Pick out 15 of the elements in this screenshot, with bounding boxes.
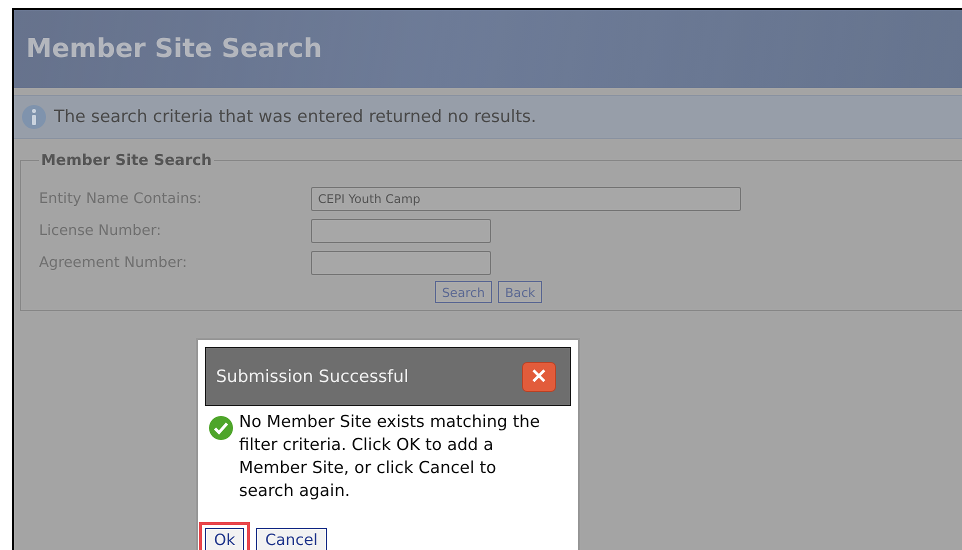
page-title: Member Site Search bbox=[26, 34, 322, 64]
dialog-title: Submission Successful bbox=[216, 366, 409, 386]
form-button[interactable]: Search bbox=[435, 281, 492, 303]
info-message: The search criteria that was entered returned no results. bbox=[54, 107, 536, 127]
input-field[interactable] bbox=[311, 251, 491, 275]
close-button[interactable]: ✕ bbox=[522, 362, 556, 392]
input-field[interactable]: CEPI Youth Camp bbox=[311, 187, 741, 211]
input-field[interactable] bbox=[311, 219, 491, 243]
dialog-button[interactable]: Ok bbox=[205, 528, 244, 550]
fieldset-legend: Member Site Search bbox=[39, 151, 214, 169]
dialog-button[interactable]: Cancel bbox=[256, 528, 327, 550]
info-icon bbox=[22, 105, 46, 129]
form-button[interactable]: Back bbox=[498, 281, 542, 303]
checkmark-icon bbox=[209, 416, 233, 440]
dialog-message: No Member Site exists matching the filter criteria. Click OK to add a Member Site, or click Cancel to search again. bbox=[239, 411, 541, 502]
